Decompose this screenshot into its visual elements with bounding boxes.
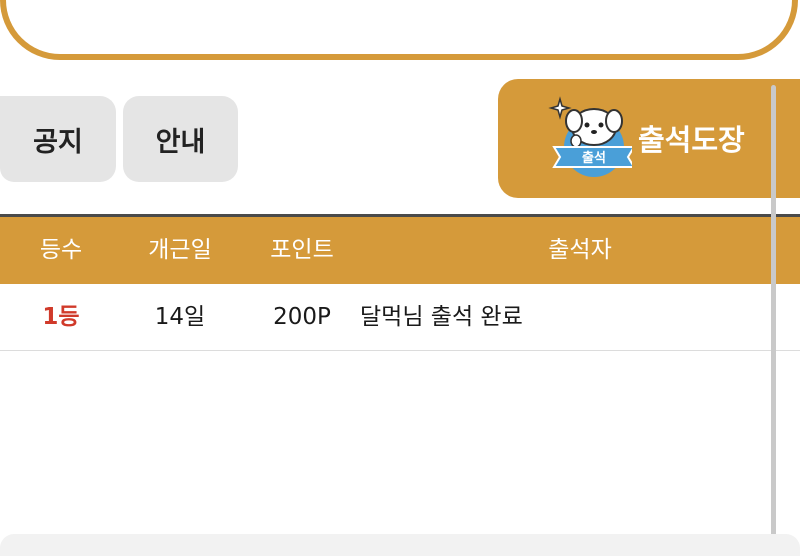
notice-button-label: 공지 (33, 126, 83, 158)
guide-button[interactable]: 안내 (123, 96, 238, 182)
bottom-panel (0, 534, 800, 556)
row-points: 200P (273, 304, 331, 330)
table-row: 1등 14일 200P 달먹님 출석 완료 (0, 284, 800, 351)
guide-button-label: 안내 (155, 126, 206, 158)
row-rank: 1등 (42, 304, 80, 330)
header-rank: 등수 (39, 237, 83, 263)
attendance-stamp-button[interactable]: 출석 출석도장 (498, 79, 800, 198)
row-days: 14일 (154, 304, 206, 330)
header-attendee: 출석자 (548, 237, 612, 263)
sparkle-icon (548, 96, 572, 120)
dog-mascot-icon: 출석 (548, 96, 632, 177)
row-message: 달먹님 출석 완료 (360, 304, 523, 330)
attendance-button-label: 출석도장 (638, 123, 745, 157)
scrollbar[interactable] (771, 85, 776, 556)
header-days: 개근일 (148, 237, 212, 263)
top-input-box (0, 0, 798, 60)
table-header: 등수 개근일 포인트 출석자 (0, 217, 800, 284)
header-points: 포인트 (270, 237, 334, 263)
attendance-badge-text: 출석 (582, 150, 606, 166)
notice-button[interactable]: 공지 (0, 96, 116, 182)
